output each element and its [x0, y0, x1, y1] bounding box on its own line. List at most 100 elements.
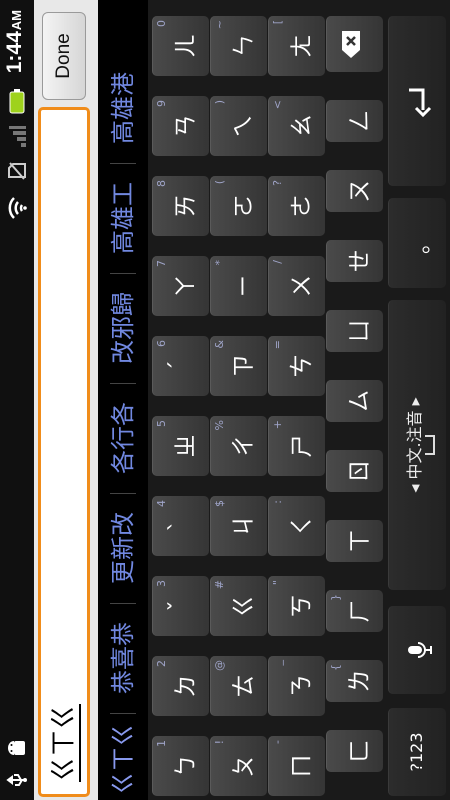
key-chi[interactable]: % ㄔ: [210, 416, 267, 476]
key-qi[interactable]: :ㄑ: [268, 496, 325, 556]
key-yi[interactable]: * ㄧ: [210, 256, 267, 316]
candidate-item[interactable]: 更新改: [98, 500, 148, 596]
key-tone3[interactable]: 3ˇ: [152, 576, 209, 636]
key-wu[interactable]: / ㄨ: [268, 256, 325, 316]
key-label: ㄥ: [347, 109, 373, 133]
key-de[interactable]: 2ㄉ: [152, 656, 209, 716]
key-label: ㄞ: [173, 194, 199, 218]
key-label: ㄎ: [289, 594, 315, 618]
key-zi[interactable]: & ㄗ: [210, 336, 267, 396]
key-label: ㄟ: [231, 114, 257, 138]
key-label: ㄡ: [347, 179, 373, 203]
key-an[interactable]: 9ㄢ: [152, 96, 209, 156]
key-o[interactable]: (ㄛ: [210, 176, 267, 236]
android-debug-icon: [4, 734, 30, 762]
candidate-divider: [110, 603, 136, 604]
backspace-key[interactable]: [326, 16, 383, 72]
key-label: ㄋ: [289, 674, 315, 698]
key-ci[interactable]: = ㄘ: [268, 336, 325, 396]
key-er[interactable]: 0ㄦ: [152, 16, 209, 76]
key-label: ㄌ: [347, 669, 373, 693]
candidate-item[interactable]: 高雄港: [98, 60, 148, 156]
key-label: ㄠ: [289, 114, 315, 138]
no-sim-icon: [4, 156, 30, 186]
key-label: ㄛ: [231, 194, 257, 218]
space-key[interactable]: ◂ 中文.注音 ▸: [388, 300, 446, 590]
key-tone4[interactable]: 4ˋ: [152, 496, 209, 556]
key-po[interactable]: ! ㄆ: [210, 736, 267, 796]
candidate-divider: [110, 383, 136, 384]
key-label: ㄒ: [347, 529, 373, 553]
key-le[interactable]: {ㄌ: [326, 660, 383, 702]
key-zhi[interactable]: 5ㄓ: [152, 416, 209, 476]
candidate-item[interactable]: 各行各: [98, 390, 148, 486]
key-label: ˋ: [166, 520, 192, 532]
key-eng[interactable]: ㄥ: [326, 100, 383, 142]
mic-key[interactable]: [388, 606, 446, 694]
enter-icon: [407, 16, 439, 186]
key-label: ㄨ: [289, 274, 315, 298]
key-ne[interactable]: _ ㄋ: [268, 656, 325, 716]
candidate-item[interactable]: ㄍㄒㄍ: [98, 720, 148, 798]
candidate-bar: ㄍㄒㄍ 恭喜恭 更新改 各行各 改邪歸 高雄工 高雄港: [98, 0, 148, 800]
key-label: ㄍ: [231, 594, 257, 618]
usb-icon: [4, 766, 30, 794]
candidate-item[interactable]: 恭喜恭: [98, 610, 148, 706]
backspace-icon: [340, 16, 368, 72]
key-label: ㄜ: [289, 194, 315, 218]
key-mo[interactable]: -ㄇ: [268, 736, 325, 796]
key-ou[interactable]: ㄡ: [326, 170, 383, 212]
symbols-key[interactable]: ?123: [388, 708, 446, 796]
key-yu[interactable]: ㄩ: [326, 310, 383, 352]
wifi-icon: [4, 192, 30, 224]
key-eh[interactable]: ㄝ: [326, 240, 383, 282]
key-ang[interactable]: [ㄤ: [268, 16, 325, 76]
key-ge[interactable]: # ㄍ: [210, 576, 267, 636]
battery-icon: [4, 86, 30, 116]
key-he[interactable]: } ㄏ: [326, 590, 383, 632]
key-label: ㄖ: [347, 459, 373, 483]
key-a[interactable]: 7ㄚ: [152, 256, 209, 316]
key-label: ㄈ: [347, 739, 373, 763]
key-ke[interactable]: " ㄎ: [268, 576, 325, 636]
key-label: ㄝ: [347, 249, 373, 273]
key-ai[interactable]: 8ㄞ: [152, 176, 209, 236]
period-key[interactable]: 。: [388, 198, 446, 288]
key-label: ˊ: [166, 360, 192, 372]
key-label: ㄙ: [347, 389, 373, 413]
key-tone2[interactable]: 6ˊ: [152, 336, 209, 396]
candidate-divider: [110, 273, 136, 274]
candidate-divider: [110, 493, 136, 494]
key-label: ㄉ: [173, 674, 199, 698]
done-button[interactable]: Done: [42, 12, 86, 100]
key-label: ㄤ: [289, 34, 315, 58]
period-key-label: 。: [409, 232, 434, 255]
candidate-item[interactable]: 改邪歸: [98, 280, 148, 376]
key-label: ㄚ: [173, 274, 199, 298]
microphone-icon: [407, 606, 437, 694]
candidate-divider: [110, 163, 136, 164]
key-ao[interactable]: < ㄠ: [268, 96, 325, 156]
key-label: ㄊ: [231, 674, 257, 698]
space-key-label: ◂ 中文.注音 ▸: [405, 397, 424, 493]
key-si[interactable]: ㄙ: [326, 380, 383, 422]
key-label: ㄣ: [231, 34, 257, 58]
key-bo[interactable]: 1ㄅ: [152, 736, 209, 796]
key-xi[interactable]: ㄒ: [326, 520, 383, 562]
enter-key[interactable]: [388, 16, 446, 186]
clock: 1:44AM: [3, 10, 27, 73]
key-fo[interactable]: ㄈ: [326, 730, 383, 772]
key-label: ㄅ: [173, 754, 199, 778]
key-en[interactable]: ~ ㄣ: [210, 16, 267, 76]
input-area: ㄍㄒㄍ Done: [34, 0, 98, 800]
key-e[interactable]: ? ㄜ: [268, 176, 325, 236]
key-shi[interactable]: + ㄕ: [268, 416, 325, 476]
candidate-item[interactable]: 高雄工: [98, 170, 148, 266]
text-field[interactable]: ㄍㄒㄍ: [38, 107, 90, 797]
key-ri[interactable]: ㄖ: [326, 450, 383, 492]
key-te[interactable]: @ ㄊ: [210, 656, 267, 716]
symbols-key-label: ?123: [407, 732, 426, 772]
key-ji[interactable]: $ ㄐ: [210, 496, 267, 556]
text-field-value: ㄍㄒㄍ: [49, 703, 81, 782]
key-ei[interactable]: ) ㄟ: [210, 96, 267, 156]
